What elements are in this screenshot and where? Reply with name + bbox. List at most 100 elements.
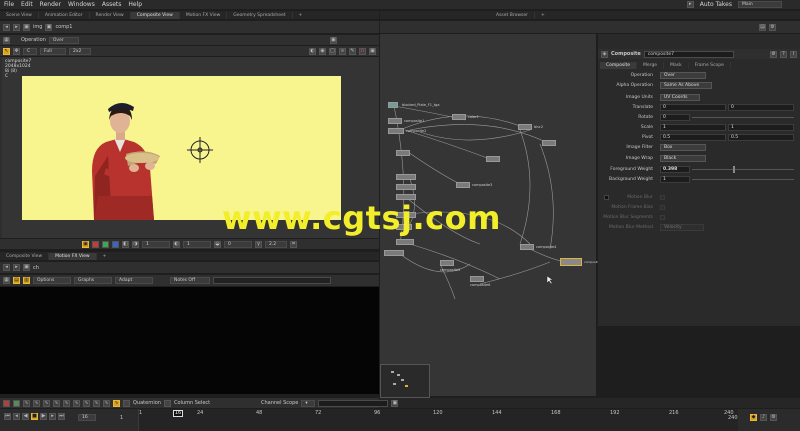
plane-icon[interactable]: ▣	[82, 240, 89, 248]
param-image-wrap-select[interactable]: Black	[660, 155, 706, 162]
param-pivot-y[interactable]: 0.5	[728, 134, 794, 141]
param-background-weight-field[interactable]: 1	[660, 176, 690, 183]
snapshot-icon[interactable]: ▢	[329, 47, 336, 55]
menu-render[interactable]: Render	[40, 1, 61, 8]
param-settings-icon[interactable]: ⚙	[770, 50, 777, 58]
tab-motion-fx-view[interactable]: Motion FX View	[180, 12, 228, 19]
param-image-filter-select[interactable]: Box	[660, 144, 706, 151]
keyframe-red-icon[interactable]	[3, 399, 10, 407]
forward-icon[interactable]: ▸	[13, 23, 20, 31]
node-composite2[interactable]	[388, 128, 404, 134]
param-foreground-weight-slider[interactable]	[692, 169, 794, 170]
channel-select[interactable]: C	[23, 47, 37, 55]
display-options-icon[interactable]: ▣	[369, 47, 376, 55]
curve-icon-9[interactable]: ∿	[103, 399, 110, 407]
view-mode-icon[interactable]: ▦	[3, 277, 10, 284]
path-ch[interactable]: ch	[33, 265, 39, 271]
column-select-checkbox[interactable]	[163, 399, 171, 407]
gamma-field[interactable]: 2.2	[265, 240, 287, 248]
menu-edit[interactable]: Edit	[21, 1, 33, 8]
node-d[interactable]	[396, 174, 416, 180]
curve-icon-7[interactable]: ∿	[83, 399, 90, 407]
offset-icon[interactable]: ◒	[214, 240, 221, 248]
offset-field[interactable]: 0	[224, 240, 252, 248]
resolution-select[interactable]: Full	[40, 47, 66, 55]
options-dropdown[interactable]: Options	[33, 277, 71, 284]
param-pivot-x[interactable]: 0.5	[660, 134, 726, 141]
keyframe-green-icon[interactable]	[13, 399, 20, 407]
node-composite1[interactable]	[388, 118, 402, 124]
pin-icon[interactable]: ✎	[349, 47, 356, 55]
forward-lower-icon[interactable]: ▸	[13, 264, 20, 271]
param-image-units-select[interactable]: UV Coords	[660, 94, 700, 101]
pivot-handle-icon[interactable]	[184, 134, 216, 166]
tab-motion-fx-view-lower[interactable]: Motion FX View	[49, 253, 97, 260]
node-j[interactable]	[384, 250, 404, 256]
tab-composite-view[interactable]: Composite View	[130, 12, 180, 19]
param-help-icon[interactable]: ?	[780, 50, 787, 58]
node-composite5[interactable]	[440, 260, 454, 266]
playhead[interactable]: 16	[173, 410, 183, 417]
lut-icon[interactable]: ◐	[309, 47, 316, 55]
node-composite6[interactable]	[470, 276, 484, 282]
param-background-weight-slider[interactable]	[692, 179, 794, 180]
menu-help[interactable]: Help	[128, 1, 142, 8]
zoom-field[interactable]: 1	[142, 240, 170, 248]
current-frame-field[interactable]: 16	[78, 414, 96, 421]
tab-geometry-spreadsheet[interactable]: Geometry Spreadsheet	[227, 12, 293, 19]
param-tab-frame-scope[interactable]: Frame Scope	[689, 62, 731, 69]
gain-field[interactable]: 1	[183, 240, 211, 248]
curve-icon-4[interactable]: ∿	[53, 399, 60, 407]
step-back-icon[interactable]: ◂	[13, 413, 20, 420]
stop-icon[interactable]: ■	[31, 413, 38, 420]
tab-composite-view-lower[interactable]: Composite View	[0, 253, 50, 260]
path-img[interactable]: img	[33, 24, 42, 30]
param-node-name[interactable]: composite7	[643, 50, 734, 58]
viewer-display-icon[interactable]: ▣	[329, 36, 337, 44]
blue-channel-icon[interactable]	[112, 240, 119, 248]
curve-icon-8[interactable]: ∿	[93, 399, 100, 407]
motionfx-graph-area[interactable]	[0, 287, 379, 394]
step-forward-icon[interactable]: ▸	[49, 413, 56, 420]
select-tool-icon[interactable]: ↖	[3, 47, 10, 55]
network-view-icon[interactable]: ▤	[759, 23, 766, 31]
param-rotate-field[interactable]: 0	[660, 114, 690, 121]
node-b[interactable]	[486, 156, 500, 162]
channel-scope-dropdown[interactable]: ▾	[301, 399, 316, 407]
take-icon[interactable]: ▸	[686, 1, 694, 8]
param-foreground-weight-handle[interactable]	[733, 166, 735, 173]
curve-icon-10[interactable]: ∿	[113, 399, 120, 407]
quaternion-checkbox[interactable]	[123, 399, 130, 407]
param-rotate-slider[interactable]	[692, 117, 794, 118]
menu-file[interactable]: File	[4, 1, 14, 8]
add-tab-right-icon[interactable]: +	[535, 12, 551, 19]
tab-render-view[interactable]: Render View	[90, 12, 131, 19]
node-read[interactable]	[388, 102, 398, 108]
lut-toggle-icon[interactable]: ⌗	[290, 240, 297, 248]
channel-scope-icon[interactable]: ▣	[391, 399, 399, 407]
curve-icon-5[interactable]: ∿	[63, 399, 70, 407]
node-blur2[interactable]	[518, 124, 532, 130]
green-channel-icon[interactable]	[102, 240, 109, 248]
gamma-icon[interactable]: γ	[255, 240, 262, 248]
network-minimap[interactable]	[380, 364, 430, 398]
audio-icon[interactable]: ♪	[760, 414, 767, 421]
exposure-icon[interactable]: ◑	[132, 240, 139, 248]
node-c[interactable]	[542, 140, 556, 146]
param-translate-x[interactable]: 0	[660, 104, 726, 111]
play-reverse-icon[interactable]: ◀	[22, 413, 29, 420]
tab-animation-editor[interactable]: Animation Editor	[39, 12, 90, 19]
motion-frame-bias-field[interactable]	[660, 205, 665, 210]
go-start-icon[interactable]: ⏮	[4, 413, 11, 420]
link-icon[interactable]: ∞	[339, 47, 346, 55]
curve-icon-3[interactable]: ∿	[43, 399, 50, 407]
curve-icon-2[interactable]: ∿	[33, 399, 40, 407]
node-composite4[interactable]	[520, 244, 534, 250]
curve-icon-1[interactable]: ∿	[23, 399, 30, 407]
graph-mode-icon[interactable]: ▥	[23, 277, 30, 284]
motion-blur-method-select[interactable]: Velocity	[660, 224, 704, 231]
param-tab-mask[interactable]: Mask	[664, 62, 689, 69]
add-tab-icon[interactable]: +	[293, 12, 309, 19]
timeline-options-icon[interactable]: ⚙	[770, 414, 777, 421]
back-icon[interactable]: ◂	[3, 23, 10, 31]
